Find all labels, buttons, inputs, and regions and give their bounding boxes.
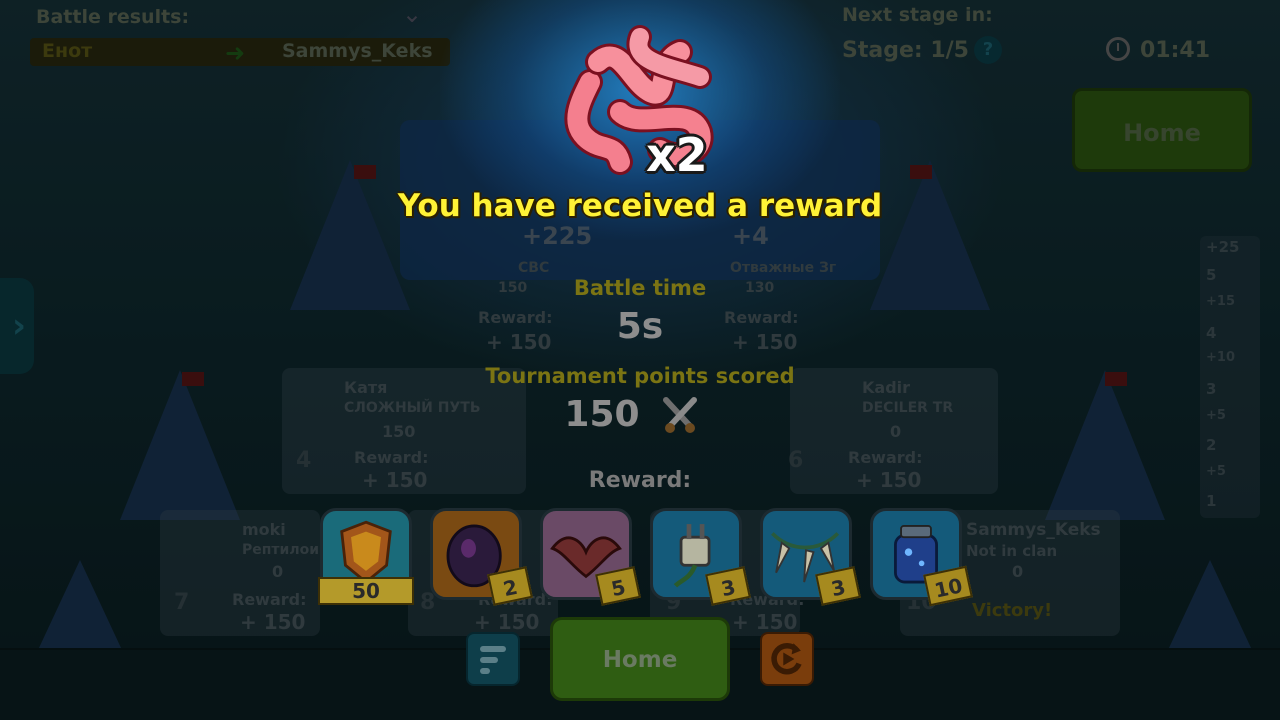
- item-count: 50: [318, 577, 414, 605]
- battle-stats: Battle time 5s Tournament points scored …: [485, 274, 794, 474]
- reward-title: You have received a reward: [397, 188, 883, 224]
- bar-line: [480, 657, 498, 663]
- home-button[interactable]: Home: [550, 617, 730, 701]
- tournament-points-label: Tournament points scored: [485, 364, 795, 388]
- bar-line: [480, 646, 506, 652]
- battle-time-value: 5s: [616, 306, 664, 347]
- replay-button[interactable]: [760, 632, 814, 686]
- battle-time-label: Battle time: [573, 276, 707, 300]
- reward-multiplier: x2: [646, 128, 708, 182]
- stats-button[interactable]: [466, 632, 520, 686]
- replay-icon: [771, 643, 802, 675]
- bar-line: [480, 668, 490, 674]
- reward-items-label: Reward:: [588, 468, 692, 493]
- crossed-swords-icon: [663, 397, 697, 433]
